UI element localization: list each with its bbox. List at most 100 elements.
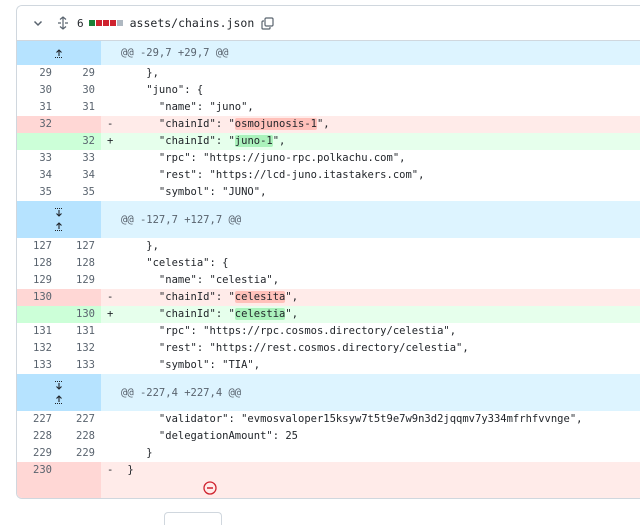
expand-down-icon[interactable]: [54, 207, 64, 220]
old-line-number[interactable]: 230: [17, 462, 57, 479]
code-text: "celestia": {: [121, 257, 229, 269]
diff-body: @@ -29,7 +29,7 @@ 29 29 }, 30 30 "juno": {31…: [17, 41, 640, 498]
new-line-number[interactable]: 130: [57, 306, 101, 323]
hunk-header: @@ -227,4 +227,4 @@: [17, 374, 640, 411]
bottom-tab: [164, 512, 222, 525]
added-line: 32 + "chainId": "juno-1",: [17, 133, 640, 150]
old-line-number[interactable]: [17, 133, 57, 150]
diff-marker: -: [101, 462, 121, 479]
no-newline-indicator: [101, 479, 640, 498]
old-line-number[interactable]: 33: [17, 150, 57, 167]
new-line-number[interactable]: 128: [57, 255, 101, 272]
new-line-number[interactable]: 30: [57, 82, 101, 99]
old-line-number[interactable]: [17, 306, 57, 323]
deleted-line: 230 - }: [17, 462, 640, 479]
new-line-number[interactable]: [57, 116, 101, 133]
added-line: 130 + "chainId": "celestia",: [17, 306, 640, 323]
expand-lines-button[interactable]: [17, 41, 101, 65]
old-line-number[interactable]: 32: [17, 116, 57, 133]
new-line-number[interactable]: 127: [57, 238, 101, 255]
old-line-number[interactable]: 31: [17, 99, 57, 116]
expand-down-icon[interactable]: [54, 380, 64, 393]
old-line-number[interactable]: 29: [17, 65, 57, 82]
code-line: "chainId": "celestia",: [121, 306, 640, 323]
code-text: "rpc": "https://rpc.cosmos.directory/cel…: [121, 325, 457, 337]
context-line: 29 29 },: [17, 65, 640, 82]
diff-marker: [101, 340, 121, 357]
context-line: 30 30 "juno": {: [17, 82, 640, 99]
old-line-number[interactable]: 131: [17, 323, 57, 340]
new-line-number[interactable]: 229: [57, 445, 101, 462]
code-line: "name": "celestia",: [121, 272, 640, 289]
new-line-number[interactable]: 31: [57, 99, 101, 116]
context-line: 128 128 "celestia": {: [17, 255, 640, 272]
old-line-number[interactable]: 30: [17, 82, 57, 99]
code-text: "rest": "https://rest.cosmos.directory/c…: [121, 342, 469, 354]
context-line: 133 133 "symbol": "TIA",: [17, 357, 640, 374]
new-line-number[interactable]: 29: [57, 65, 101, 82]
code-line: "validator": "evmosvaloper15ksyw7t5t9e7w…: [121, 411, 640, 428]
code-line: },: [121, 238, 640, 255]
new-line-number[interactable]: 35: [57, 184, 101, 201]
new-line-number[interactable]: 33: [57, 150, 101, 167]
old-line-number[interactable]: 130: [17, 289, 57, 306]
old-line-number[interactable]: 132: [17, 340, 57, 357]
copy-icon[interactable]: [261, 16, 274, 30]
expand-up-icon[interactable]: [54, 220, 64, 233]
chevron-down-icon[interactable]: [27, 17, 49, 29]
diff-marker: -: [101, 116, 121, 133]
new-line-number[interactable]: 131: [57, 323, 101, 340]
code-line: "symbol": "JUNO",: [121, 184, 640, 201]
expand-up-icon[interactable]: [54, 393, 64, 406]
new-line-number[interactable]: 227: [57, 411, 101, 428]
hunk-range: @@ -227,4 +227,4 @@: [121, 386, 242, 399]
code-text: "juno": {: [121, 84, 204, 96]
old-line-number[interactable]: 229: [17, 445, 57, 462]
expand-lines-button[interactable]: [17, 201, 101, 238]
new-line-number[interactable]: 129: [57, 272, 101, 289]
changed-word: celestia: [234, 308, 286, 320]
old-line-number[interactable]: 128: [17, 255, 57, 272]
code-text: ",: [316, 118, 330, 130]
hunk-header: @@ -29,7 +29,7 @@: [17, 41, 640, 65]
code-text: "validator": "evmosvaloper15ksyw7t5t9e7w…: [121, 413, 583, 425]
code-line: "symbol": "TIA",: [121, 357, 640, 374]
new-line-number[interactable]: 34: [57, 167, 101, 184]
diff-marker: [101, 272, 121, 289]
diff-marker: [101, 357, 121, 374]
new-line-number[interactable]: [57, 462, 101, 479]
old-line-number[interactable]: 127: [17, 238, 57, 255]
code-line: "delegationAmount": 25: [121, 428, 640, 445]
code-text: },: [121, 240, 159, 252]
code-line: "chainId": "celesita",: [121, 289, 640, 306]
expand-all-icon[interactable]: [55, 16, 71, 30]
diffstat-block: [109, 20, 116, 26]
expand-up-icon[interactable]: [54, 47, 64, 60]
old-line-number[interactable]: 34: [17, 167, 57, 184]
old-line-number[interactable]: 129: [17, 272, 57, 289]
file-path[interactable]: assets/chains.json: [130, 16, 255, 30]
changed-word: osmojunosis-1: [234, 118, 317, 130]
diff-marker: [101, 323, 121, 340]
context-line: 127 127 },: [17, 238, 640, 255]
context-line: 229 229 }: [17, 445, 640, 462]
context-line: 34 34 "rest": "https://lcd-juno.itastaker…: [17, 167, 640, 184]
diff-marker: [101, 150, 121, 167]
old-line-number[interactable]: 228: [17, 428, 57, 445]
expand-lines-button[interactable]: [17, 374, 101, 411]
old-line-number[interactable]: 227: [17, 411, 57, 428]
code-text: }: [121, 464, 134, 476]
old-line-number[interactable]: 133: [17, 357, 57, 374]
code-text: "name": "juno",: [121, 101, 254, 113]
code-line: }: [121, 462, 640, 479]
new-line-number[interactable]: 132: [57, 340, 101, 357]
new-line-number[interactable]: [57, 289, 101, 306]
new-line-number[interactable]: 133: [57, 357, 101, 374]
new-line-number[interactable]: 228: [57, 428, 101, 445]
code-line: "rpc": "https://juno-rpc.polkachu.com",: [121, 150, 640, 167]
context-line: 35 35 "symbol": "JUNO",: [17, 184, 640, 201]
context-line: 131 131 "rpc": "https://rpc.cosmos.direct…: [17, 323, 640, 340]
old-line-number[interactable]: 35: [17, 184, 57, 201]
code-line: "juno": {: [121, 82, 640, 99]
new-line-number[interactable]: 32: [57, 133, 101, 150]
